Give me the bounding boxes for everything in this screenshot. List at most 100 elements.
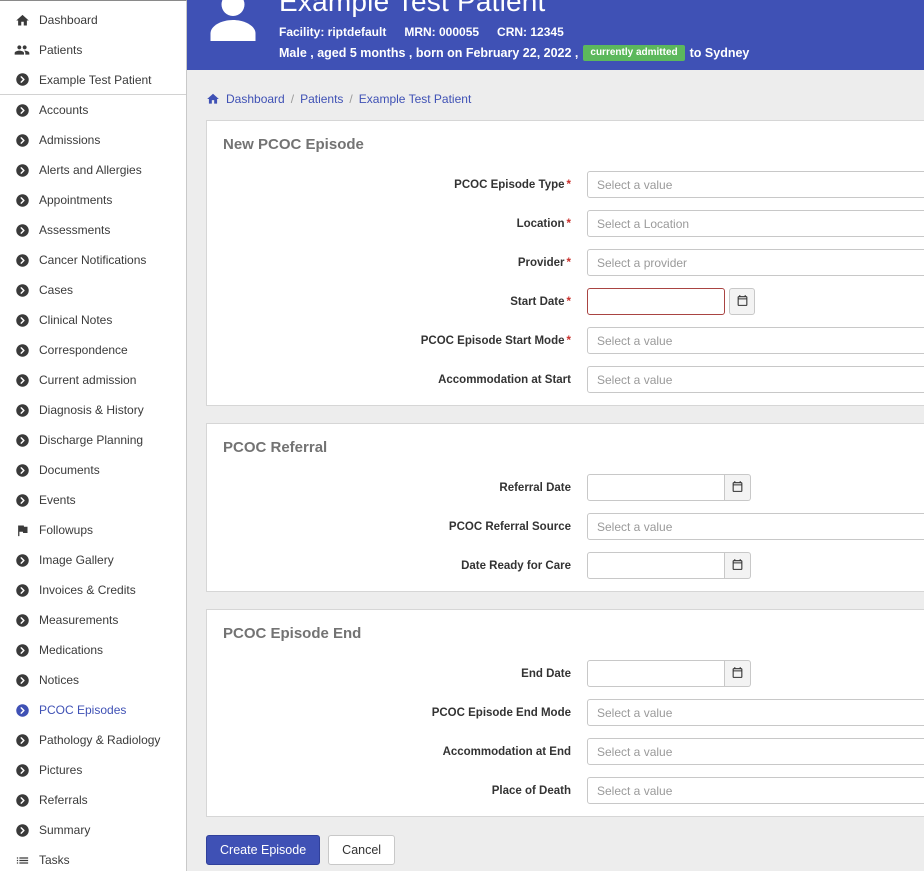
accommodation-at-start-label: Accommodation at Start bbox=[438, 373, 571, 386]
sidebar-item-invoices-and-credits[interactable]: Invoices & Credits bbox=[0, 575, 186, 605]
form-row-place-of-death: Place of Death Select a value bbox=[207, 777, 924, 804]
form-row-accommodation-at-end: Accommodation at End Select a value bbox=[207, 738, 924, 765]
sidebar-item-label: Notices bbox=[39, 673, 80, 687]
create-episode-button[interactable]: Create Episode bbox=[206, 835, 321, 865]
chevron-circle-icon bbox=[14, 492, 30, 508]
card-pcoc-episode-end: PCOC Episode End End Date PCOC Episode End… bbox=[206, 609, 924, 817]
calendar-icon bbox=[736, 294, 749, 310]
location-select[interactable]: Select a Location bbox=[587, 210, 924, 237]
sidebar-item-cases[interactable]: Cases bbox=[0, 275, 186, 305]
select-placeholder: Select a value bbox=[597, 333, 673, 348]
sidebar-item-label: Medications bbox=[39, 643, 104, 657]
sidebar-item-tasks[interactable]: Tasks bbox=[0, 845, 186, 871]
sidebar-item-correspondence[interactable]: Correspondence bbox=[0, 335, 186, 365]
pcoc-referral-source-select[interactable]: Select a value bbox=[587, 513, 924, 540]
sidebar-item-diagnosis-and-history[interactable]: Diagnosis & History bbox=[0, 395, 186, 425]
patient-demographics: Male , aged 5 months , born on February … bbox=[279, 45, 749, 61]
form-actions: Create Episode Cancel bbox=[206, 835, 924, 865]
sidebar-item-current-admission[interactable]: Current admission bbox=[0, 365, 186, 395]
sidebar-item-pathology-and-radiology[interactable]: Pathology & Radiology bbox=[0, 725, 186, 755]
referral-date-input[interactable] bbox=[587, 474, 725, 501]
accommodation-at-end-select[interactable]: Select a value bbox=[587, 738, 924, 765]
sidebar-item-referrals[interactable]: Referrals bbox=[0, 785, 186, 815]
sidebar-item-measurements[interactable]: Measurements bbox=[0, 605, 186, 635]
select-placeholder: Select a provider bbox=[597, 255, 688, 270]
required-asterisk: * bbox=[566, 217, 571, 230]
pcoc-episode-end-mode-select[interactable]: Select a value bbox=[587, 699, 924, 726]
sidebar-item-accounts[interactable]: Accounts bbox=[0, 95, 186, 125]
date-ready-for-care-calendar-button[interactable] bbox=[725, 552, 751, 579]
sidebar-item-documents[interactable]: Documents bbox=[0, 455, 186, 485]
pcoc-episode-start-mode-label: PCOC Episode Start Mode * bbox=[420, 334, 571, 347]
cancel-button[interactable]: Cancel bbox=[328, 835, 396, 865]
place-of-death-select[interactable]: Select a value bbox=[587, 777, 924, 804]
form-row-accommodation-at-start: Accommodation at Start Select a value bbox=[207, 366, 924, 393]
chevron-circle-icon bbox=[14, 342, 30, 358]
page-content: Dashboard / Patients / Example Test Pati… bbox=[187, 70, 924, 871]
admission-location-text: to Sydney bbox=[689, 46, 750, 60]
select-placeholder: Select a Location bbox=[597, 216, 690, 231]
date-ready-for-care-input[interactable] bbox=[587, 552, 725, 579]
sidebar-item-assessments[interactable]: Assessments bbox=[0, 215, 186, 245]
end-date-calendar-button[interactable] bbox=[725, 660, 751, 687]
sidebar-item-label: Pictures bbox=[39, 763, 83, 777]
sidebar-item-clinical-notes[interactable]: Clinical Notes bbox=[0, 305, 186, 335]
chevron-circle-icon bbox=[14, 642, 30, 658]
form-row-pcoc-episode-type: PCOC Episode Type * Select a value bbox=[207, 171, 924, 198]
sidebar-item-notices[interactable]: Notices bbox=[0, 665, 186, 695]
sidebar-item-followups[interactable]: Followups bbox=[0, 515, 186, 545]
chevron-circle-icon bbox=[14, 72, 30, 88]
start-date-input[interactable] bbox=[587, 288, 725, 315]
sidebar-menu: Dashboard Patients Example Test Patient Acc… bbox=[0, 5, 186, 871]
sidebar-item-label: Discharge Planning bbox=[39, 433, 144, 447]
sidebar-item-example-test-patient[interactable]: Example Test Patient bbox=[0, 65, 186, 95]
sidebar-item-patients[interactable]: Patients bbox=[0, 35, 186, 65]
sidebar-item-label: Diagnosis & History bbox=[39, 403, 144, 417]
location-label: Location * bbox=[516, 217, 571, 230]
sidebar-item-dashboard[interactable]: Dashboard bbox=[0, 5, 186, 35]
start-date-calendar-button[interactable] bbox=[729, 288, 755, 315]
sidebar-item-label: Dashboard bbox=[39, 13, 98, 27]
chevron-circle-icon bbox=[14, 612, 30, 628]
accommodation-at-start-select[interactable]: Select a value bbox=[587, 366, 924, 393]
chevron-circle-icon bbox=[14, 132, 30, 148]
sidebar-item-image-gallery[interactable]: Image Gallery bbox=[0, 545, 186, 575]
chevron-circle-icon bbox=[14, 162, 30, 178]
form-row-pcoc-referral-source: PCOC Referral Source Select a value bbox=[207, 513, 924, 540]
breadcrumb-separator: / bbox=[290, 92, 295, 106]
mrn-value: MRN: 000055 bbox=[404, 25, 480, 39]
sidebar-item-summary[interactable]: Summary bbox=[0, 815, 186, 845]
sidebar-item-label: Documents bbox=[39, 463, 100, 477]
sidebar-item-label: Invoices & Credits bbox=[39, 583, 136, 597]
select-placeholder: Select a value bbox=[597, 744, 673, 759]
provider-select[interactable]: Select a provider bbox=[587, 249, 924, 276]
sidebar-item-events[interactable]: Events bbox=[0, 485, 186, 515]
end-date-input[interactable] bbox=[587, 660, 725, 687]
calendar-icon bbox=[731, 558, 744, 574]
sidebar-item-alerts-and-allergies[interactable]: Alerts and Allergies bbox=[0, 155, 186, 185]
form-row-provider: Provider * Select a provider bbox=[207, 249, 924, 276]
breadcrumb-current-patient-link[interactable]: Example Test Patient bbox=[359, 92, 472, 106]
sidebar-item-pcoc-episodes[interactable]: PCOC Episodes bbox=[0, 695, 186, 725]
sidebar-item-medications[interactable]: Medications bbox=[0, 635, 186, 665]
sidebar-item-cancer-notifications[interactable]: Cancer Notifications bbox=[0, 245, 186, 275]
pcoc-episode-end-mode-label: PCOC Episode End Mode bbox=[431, 706, 571, 719]
form-row-referral-date: Referral Date bbox=[207, 474, 924, 501]
sidebar-item-discharge-planning[interactable]: Discharge Planning bbox=[0, 425, 186, 455]
people-icon bbox=[14, 42, 30, 58]
sidebar-item-admissions[interactable]: Admissions bbox=[0, 125, 186, 155]
breadcrumb-dashboard-link[interactable]: Dashboard bbox=[226, 92, 285, 106]
sidebar-item-label: Tasks bbox=[39, 853, 70, 867]
sidebar-item-appointments[interactable]: Appointments bbox=[0, 185, 186, 215]
breadcrumb-patients-link[interactable]: Patients bbox=[300, 92, 343, 106]
facility-value: Facility: riptdefault bbox=[279, 25, 387, 39]
chevron-circle-icon bbox=[14, 582, 30, 598]
home-icon bbox=[14, 12, 30, 28]
pcoc-episode-start-mode-select[interactable]: Select a value bbox=[587, 327, 924, 354]
referral-date-calendar-button[interactable] bbox=[725, 474, 751, 501]
pcoc-episode-type-select[interactable]: Select a value bbox=[587, 171, 924, 198]
sidebar-item-pictures[interactable]: Pictures bbox=[0, 755, 186, 785]
sidebar-item-label: Assessments bbox=[39, 223, 111, 237]
sidebar-item-label: Cases bbox=[39, 283, 74, 297]
section-title: PCOC Episode End bbox=[223, 625, 362, 642]
